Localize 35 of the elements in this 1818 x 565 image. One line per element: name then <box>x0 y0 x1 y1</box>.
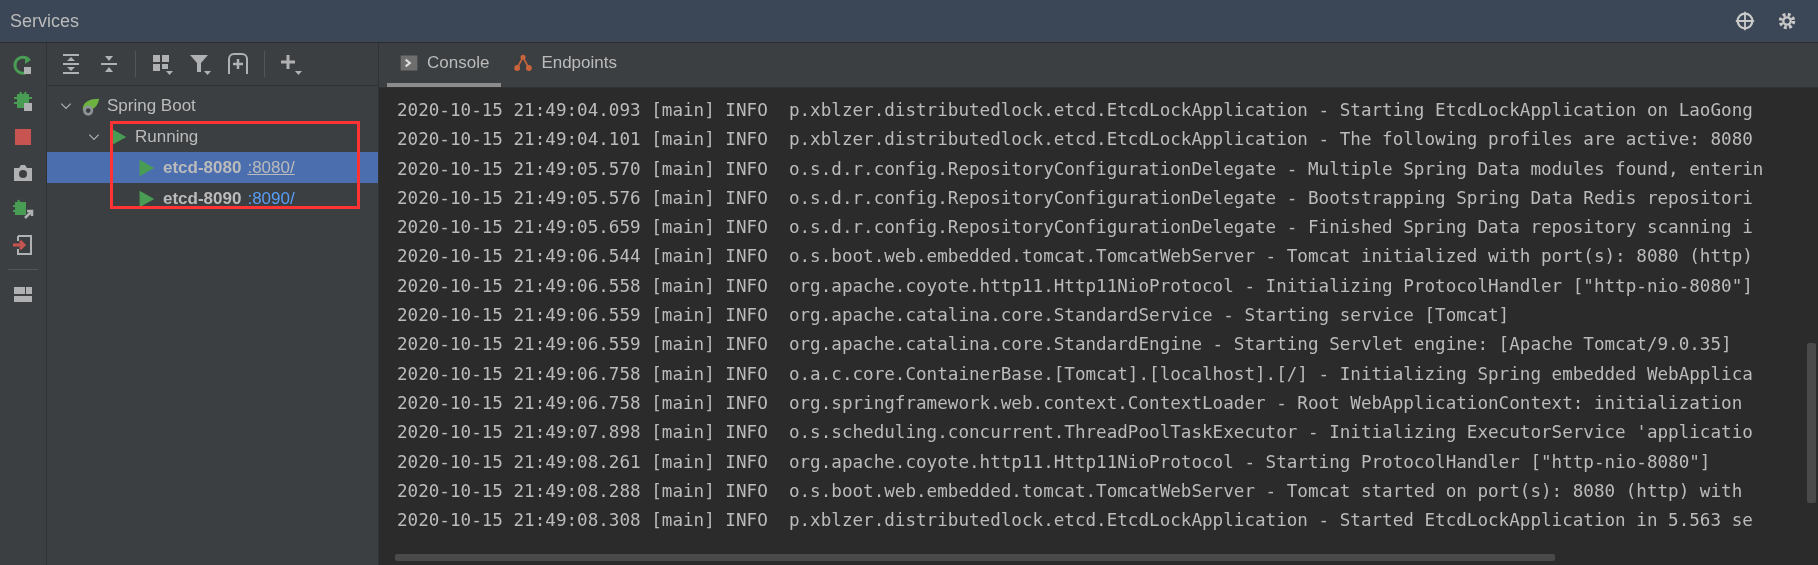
log-line: 2020-10-15 21:49:07.898 [main] INFO o.s.scheduling.concurrent.ThreadPoolTaskExecutor - Initializing ExecutorService 'applicatio <box>397 421 1754 445</box>
log-line: 2020-10-15 21:49:05.659 [main] INFO o.s.d.r.config.RepositoryConfigurationDelegate - Finished Spring Data repository scanning i <box>397 216 1754 240</box>
group-icon <box>150 52 174 76</box>
log-line: 2020-10-15 21:49:06.559 [main] INFO org.apache.catalina.core.StandardEngine - Starting Servlet engine: [Apache Tomcat/9.0.35] <box>397 333 1733 357</box>
log-line: 2020-10-15 21:49:06.758 [main] INFO org.springframework.web.context.ContextLoader - Root WebApplicationContext: initialization <box>397 391 1744 415</box>
log-line: 2020-10-15 21:49:06.559 [main] INFO org.apache.catalina.core.StandardService - Starting service [Tomcat] <box>397 304 1511 328</box>
horizontal-scrollbar[interactable] <box>395 554 1555 561</box>
panel-tab[interactable]: Endpoints <box>501 43 629 87</box>
import-icon <box>11 233 35 257</box>
tree-item[interactable]: Spring Boot <box>47 90 378 121</box>
bug-arrow-icon <box>11 197 35 221</box>
tree-item[interactable]: Running <box>47 121 378 152</box>
add-bracket-icon <box>226 52 250 76</box>
panel-tab[interactable]: Console <box>387 43 502 87</box>
filter-icon <box>188 52 212 76</box>
log-line: 2020-10-15 21:49:06.544 [main] INFO o.s.boot.web.embedded.tomcat.TomcatWebServer - Tomcat initialized with port(s): 8080 (http) <box>397 245 1754 269</box>
crosshair-icon <box>1734 10 1756 32</box>
tree-item[interactable]: etcd-8090 :8090/ <box>47 183 378 214</box>
endpoints-icon <box>513 53 534 73</box>
log-line: 2020-10-15 21:49:06.558 [main] INFO org.apache.coyote.http11.Http11NioProtocol - Initializing ProtocolHandler ["http-nio-8080"] <box>397 274 1754 298</box>
console-icon <box>399 53 419 73</box>
log-line: 2020-10-15 21:49:06.758 [main] INFO o.a.c.core.ContainerBase.[Tomcat].[localhost].[/] - Initializing Spring embedded WebApplica <box>397 362 1754 386</box>
log-line: 2020-10-15 21:49:04.093 [main] INFO p.xblzer.distributedlock.etcd.EtcdLockApplication - Starting EtcdLockApplication on LaoGong <box>397 99 1754 122</box>
log-line: 2020-10-15 21:49:08.261 [main] INFO org.apache.coyote.http11.Http11NioProtocol - Starting ProtocolHandler ["http-nio-8080"] <box>397 450 1712 474</box>
log-line: 2020-10-15 21:49:08.288 [main] INFO o.s.boot.web.embedded.tomcat.TomcatWebServer - Tomcat started on port(s): 8080 (http) with <box>397 479 1744 503</box>
bug-icon <box>11 89 35 113</box>
log-line: 2020-10-15 21:49:04.101 [main] INFO p.xblzer.distributedlock.etcd.EtcdLockApplication - The following profiles are active: 8080 <box>397 128 1754 152</box>
window-title: Services <box>10 10 81 32</box>
log-line: 2020-10-15 21:49:05.570 [main] INFO o.s.d.r.config.RepositoryConfigurationDelegate - Multiple Spring Data modules found, enterin <box>397 157 1765 181</box>
log-line: 2020-10-15 21:49:08.308 [main] INFO p.xblzer.distributedlock.etcd.EtcdLockApplication - Started EtcdLockApplication in 5.563 se <box>397 509 1754 533</box>
url-link[interactable]: :8090/ <box>247 188 295 209</box>
settings-icon <box>1776 10 1798 32</box>
add-icon <box>279 52 303 76</box>
log-line: 2020-10-15 21:49:05.576 [main] INFO o.s.d.r.config.RepositoryConfigurationDelegate - Bootstrapping Spring Data Redis repositori <box>397 186 1754 210</box>
vertical-scrollbar[interactable] <box>1807 343 1816 503</box>
